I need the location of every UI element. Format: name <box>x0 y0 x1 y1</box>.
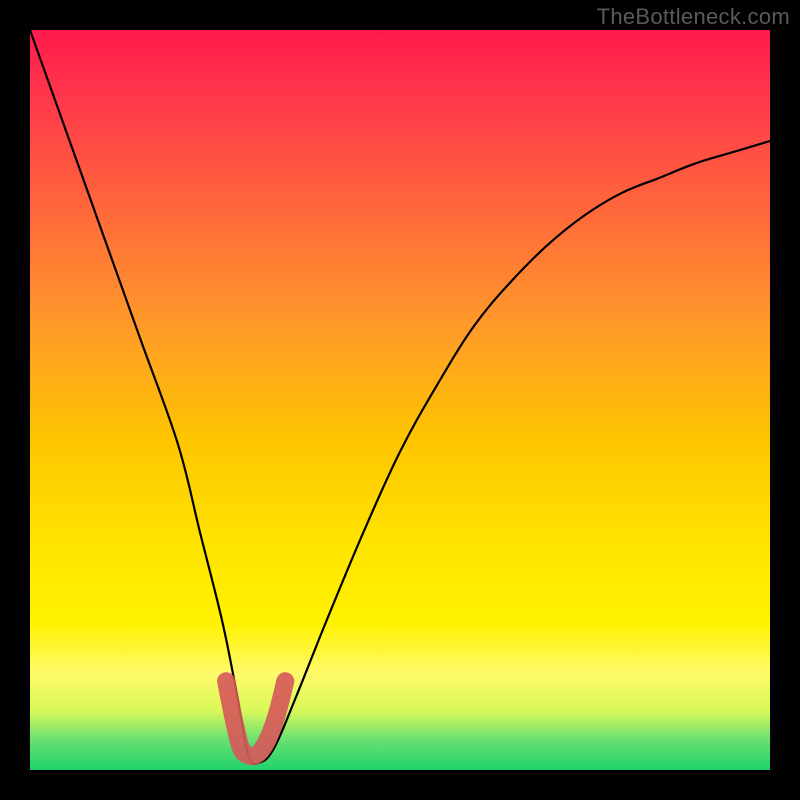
chart-svg <box>30 30 770 770</box>
chart-plot-area <box>30 30 770 770</box>
watermark-text: TheBottleneck.com <box>597 4 790 30</box>
bottleneck-curve-line <box>30 30 770 764</box>
